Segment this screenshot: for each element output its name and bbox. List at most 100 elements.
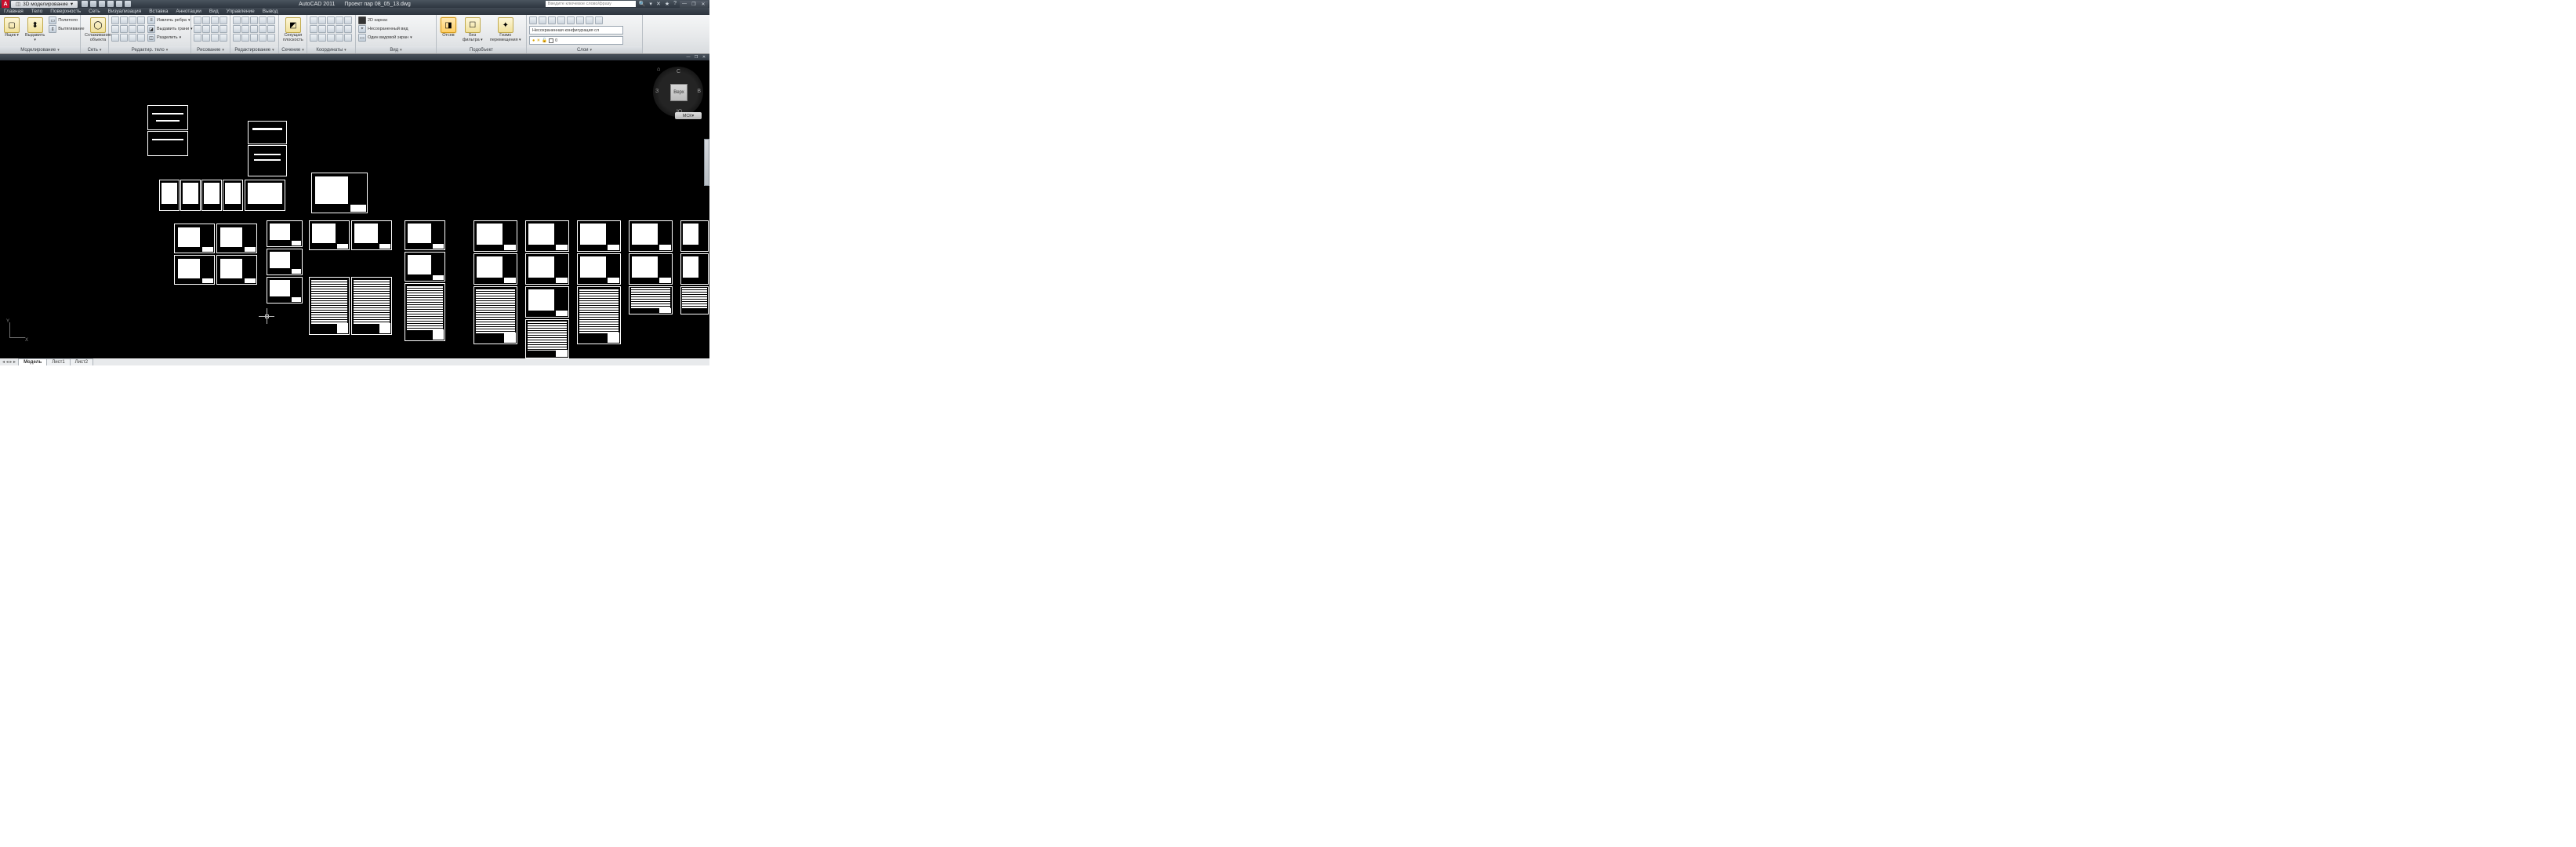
co-icon-3[interactable]	[327, 16, 335, 24]
md-icon-1[interactable]	[233, 16, 241, 24]
viewcube-face[interactable]: Верх	[670, 84, 688, 101]
se-icon-2[interactable]	[120, 16, 128, 24]
tab-view[interactable]: Вид	[205, 9, 223, 14]
drawing-minimize-button[interactable]: —	[684, 54, 692, 60]
co-icon-13[interactable]	[327, 34, 335, 42]
co-icon-11[interactable]	[310, 34, 317, 42]
tab-layout1[interactable]: Лист1	[46, 358, 70, 365]
md-icon-2[interactable]	[241, 16, 249, 24]
tab-mesh[interactable]: Сеть	[85, 9, 103, 14]
tab-home[interactable]: Главная	[0, 9, 27, 14]
viewcube-west[interactable]: З	[655, 89, 659, 94]
layer-icon-5[interactable]	[567, 16, 575, 24]
layer-icon-8[interactable]	[595, 16, 603, 24]
drawing-canvas[interactable]: ⌂ Верх С Ю В З МСК ▾ Y X	[0, 60, 709, 358]
viewcube-home-icon[interactable]: ⌂	[657, 67, 660, 72]
co-icon-15[interactable]	[344, 34, 352, 42]
md-icon-8[interactable]	[250, 25, 258, 33]
extrude-button[interactable]: ⬍ Выдавить	[24, 16, 46, 43]
maximize-button[interactable]: ❐	[689, 1, 698, 8]
exchange-icon[interactable]: ✕	[656, 1, 661, 7]
tab-model[interactable]: Модель	[18, 358, 47, 365]
layer-icon-2[interactable]	[539, 16, 546, 24]
current-layer-combo[interactable]: ● ☀ 🔓 0	[529, 36, 623, 45]
visualstyle-button[interactable]: 2D каркас	[358, 16, 434, 24]
layer-icon-6[interactable]	[576, 16, 584, 24]
co-icon-8[interactable]	[327, 25, 335, 33]
se-icon-9[interactable]	[111, 34, 119, 42]
search-icon[interactable]: 🔍	[639, 1, 646, 7]
move-gizmo-button[interactable]: ✦ Гизмо перемещения	[488, 16, 524, 43]
panel-modify-title[interactable]: Редактирование	[230, 46, 278, 53]
co-icon-14[interactable]	[336, 34, 343, 42]
co-icon-10[interactable]	[344, 25, 352, 33]
panel-mesh-title[interactable]: Сеть	[81, 46, 108, 53]
md-icon-5[interactable]	[267, 16, 275, 24]
qat-undo-icon[interactable]	[107, 1, 114, 7]
qat-new-icon[interactable]	[82, 1, 88, 7]
se-icon-1[interactable]	[111, 16, 119, 24]
md-icon-6[interactable]	[233, 25, 241, 33]
se-icon-5[interactable]	[111, 25, 119, 33]
qat-save-icon[interactable]	[99, 1, 105, 7]
box-button[interactable]: ▢ Ящик	[2, 16, 21, 39]
co-icon-5[interactable]	[344, 16, 352, 24]
namedview-button[interactable]: ⌖Несохраненный вид	[358, 25, 434, 33]
panel-modeling-title[interactable]: Моделирование	[0, 46, 80, 53]
co-icon-1[interactable]	[310, 16, 317, 24]
viewcube[interactable]: ⌂ Верх С Ю В З	[653, 67, 703, 117]
viewcube-east[interactable]: В	[697, 89, 701, 94]
panel-draw-title[interactable]: Рисование	[191, 46, 230, 53]
tab-manage[interactable]: Управление	[223, 9, 259, 14]
qat-redo-icon[interactable]	[116, 1, 122, 7]
se-icon-3[interactable]	[129, 16, 136, 24]
section-plane-button[interactable]: ◩ Секущая плоскость	[281, 16, 305, 43]
drawing-close-button[interactable]: ✕	[700, 54, 708, 60]
co-icon-2[interactable]	[318, 16, 326, 24]
panel-solid-editing-title[interactable]: Редактир. тело	[109, 46, 190, 53]
se-icon-11[interactable]	[129, 34, 136, 42]
dr-icon-11[interactable]	[211, 34, 219, 42]
layout-nav-buttons[interactable]: ◂ ◂ ▸ ▸	[0, 359, 18, 365]
md-icon-15[interactable]	[267, 34, 275, 42]
dr-icon-2[interactable]	[202, 16, 210, 24]
tab-insert[interactable]: Вставка	[145, 9, 172, 14]
dr-icon-8[interactable]	[220, 25, 227, 33]
extract-edges-button[interactable]: ≡Извлечь ребра ▾	[147, 16, 193, 24]
layer-icon-1[interactable]	[529, 16, 537, 24]
md-icon-13[interactable]	[250, 34, 258, 42]
layer-icon-3[interactable]	[548, 16, 556, 24]
qat-plot-icon[interactable]	[125, 1, 131, 7]
drawing-restore-button[interactable]: ❐	[692, 54, 700, 60]
signin-icon[interactable]: ▾	[649, 1, 652, 7]
co-icon-9[interactable]	[336, 25, 343, 33]
dr-icon-6[interactable]	[202, 25, 210, 33]
presspull-button[interactable]: ⇕Вытягивание	[49, 25, 84, 33]
co-icon-6[interactable]	[310, 25, 317, 33]
dr-icon-4[interactable]	[220, 16, 227, 24]
panel-section-title[interactable]: Сечение	[279, 46, 307, 53]
md-icon-7[interactable]	[241, 25, 249, 33]
app-menu-button[interactable]: A	[2, 0, 9, 8]
se-icon-6[interactable]	[120, 25, 128, 33]
tab-output[interactable]: Вывод	[259, 9, 282, 14]
dr-icon-12[interactable]	[220, 34, 227, 42]
close-button[interactable]: ✕	[698, 1, 708, 8]
se-icon-8[interactable]	[137, 25, 145, 33]
tab-layout2[interactable]: Лист2	[70, 358, 93, 365]
se-icon-10[interactable]	[120, 34, 128, 42]
dr-icon-9[interactable]	[194, 34, 201, 42]
tab-annotate[interactable]: Аннотации	[172, 9, 205, 14]
panel-layers-title[interactable]: Слои	[527, 46, 642, 53]
dr-icon-10[interactable]	[202, 34, 210, 42]
md-icon-10[interactable]	[267, 25, 275, 33]
dr-icon-5[interactable]	[194, 25, 201, 33]
md-icon-12[interactable]	[241, 34, 249, 42]
nofilter-button[interactable]: ☐ Без фильтра	[460, 16, 485, 43]
viewport-button[interactable]: ▭Один видовой экран ▾	[358, 34, 434, 42]
md-icon-9[interactable]	[259, 25, 267, 33]
workspace-switcher[interactable]: ◫ 3D моделирование ▾	[11, 1, 78, 8]
culling-button[interactable]: ◨ Отсев	[439, 16, 458, 39]
se-icon-4[interactable]	[137, 16, 145, 24]
co-icon-12[interactable]	[318, 34, 326, 42]
